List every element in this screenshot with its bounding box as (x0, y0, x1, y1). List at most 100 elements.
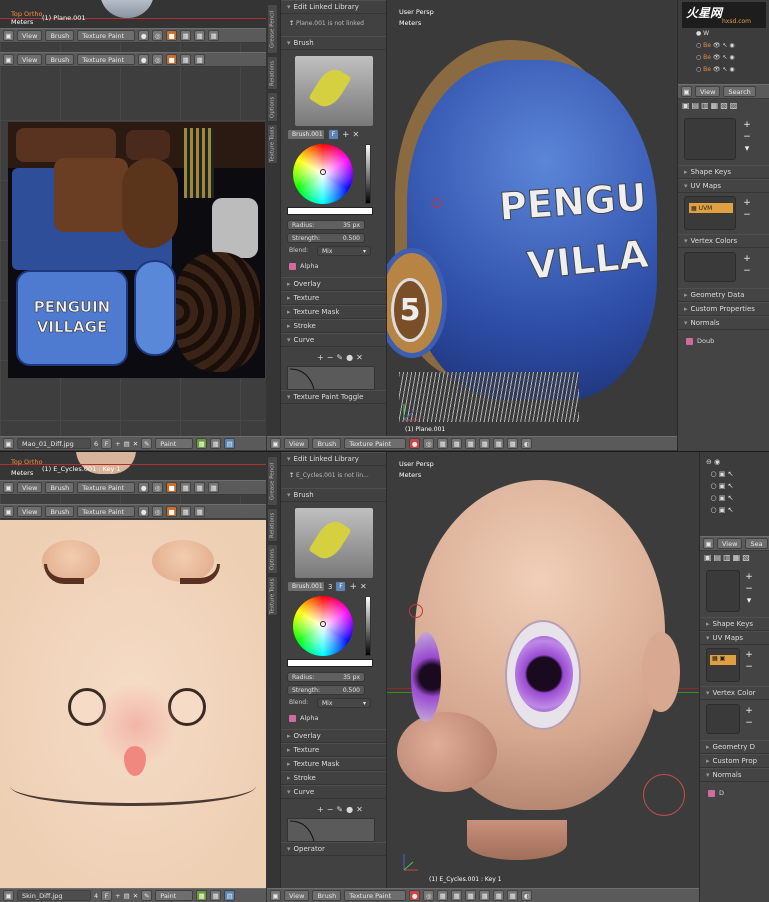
tab-options-b[interactable]: Options (267, 544, 278, 574)
props-geometry-data-b[interactable]: Geometry D (700, 740, 769, 754)
remove-brush-icon[interactable]: ✕ (353, 130, 360, 139)
shading-icon-b[interactable]: ● (138, 482, 150, 493)
curve-widget-b[interactable] (287, 818, 375, 842)
new-image-icon-b[interactable]: + (115, 892, 120, 900)
props-custom-properties-b[interactable]: Custom Prop (700, 754, 769, 768)
vp-pivot-icon-b[interactable]: ◎ (423, 890, 435, 901)
color-wheel-b[interactable] (293, 596, 353, 656)
props-remove-icon-b[interactable]: − (744, 584, 754, 594)
vp-layers-icon-b6[interactable]: ▦ (507, 890, 519, 901)
section-edit-linked[interactable]: Edit Linked Library (281, 0, 386, 14)
section-texture-mask[interactable]: Texture Mask (281, 305, 386, 319)
uv-texture-skin[interactable] (0, 520, 266, 888)
vp-editor-icon-b[interactable]: ▣ (270, 890, 281, 901)
fake-user-toggle-b[interactable]: F (101, 890, 113, 901)
mode-select[interactable]: Texture Paint (77, 30, 136, 41)
vp-menu-brush-b[interactable]: Brush (312, 890, 342, 901)
new-image-icon[interactable]: + (115, 440, 120, 448)
color-wheel[interactable] (293, 144, 353, 204)
vp-layers-icon-5[interactable]: ▦ (493, 438, 505, 449)
color-swatch[interactable] (287, 207, 373, 215)
curve-tools[interactable]: +−✎●✕ (317, 353, 366, 362)
fake-user-brush-b[interactable]: F (335, 581, 347, 592)
vp-menu-view[interactable]: View (284, 438, 310, 449)
brush-users[interactable]: F (328, 129, 339, 140)
props-editor-icon[interactable]: ▣ (681, 86, 692, 97)
layer-icon-b2[interactable]: ▦ (194, 482, 206, 493)
section-texture[interactable]: Texture (281, 291, 386, 305)
vp-mode-select[interactable]: Texture Paint (344, 438, 407, 449)
editor-type-icon-b[interactable]: ▣ (3, 482, 14, 493)
vp-layers-icon-4[interactable]: ▦ (479, 438, 491, 449)
vc-remove-icon-b[interactable]: − (744, 718, 754, 728)
vp-layers-icon-b5[interactable]: ▦ (493, 890, 505, 901)
shading-icon-2[interactable]: ● (138, 54, 150, 65)
vp-layers-icon-b3[interactable]: ▦ (465, 890, 477, 901)
strength-slider-b[interactable]: Strength: 0.500 (287, 685, 365, 695)
uv-map-item-b[interactable]: ▦ ▣ (710, 655, 736, 665)
remove-brush-icon-b[interactable]: ✕ (360, 582, 367, 591)
menu-brush[interactable]: Brush (45, 30, 75, 41)
props-shape-keys-b[interactable]: Shape Keys (700, 617, 769, 631)
vp-layers-icon-6[interactable]: ▦ (507, 438, 519, 449)
blend-select-b[interactable]: Mix ▾ (317, 698, 371, 708)
image-editor-icon-b[interactable]: ▣ (3, 890, 14, 901)
uv-editor-top[interactable]: Top Ortho Meters (1) Plane.001 ▣ View Br… (0, 0, 266, 451)
pin-icon[interactable]: ✎ (141, 438, 153, 449)
uv-texture-penguin[interactable]: PENGUIN VILLAGE (8, 122, 265, 378)
section-stroke-b[interactable]: Stroke (281, 771, 386, 785)
props-add-icon-b[interactable]: + (744, 572, 754, 582)
section-curve[interactable]: Curve (281, 333, 386, 347)
props-custom-properties[interactable]: Custom Properties (678, 302, 769, 316)
section-brush-b[interactable]: Brush (281, 488, 386, 502)
uv-maps-box[interactable]: ▦ UVM (684, 196, 736, 230)
vp-layers-icon-b2[interactable]: ▦ (451, 890, 463, 901)
layer-icon-b3[interactable]: ▦ (208, 482, 220, 493)
lock-icon[interactable]: ▤ (224, 438, 236, 449)
layer-icon-1[interactable]: ▦ (180, 30, 192, 41)
props-vertex-colors[interactable]: Vertex Colors (678, 234, 769, 248)
outliner-item[interactable]: ○ Be 👁 ↖ ◉ (696, 64, 735, 76)
vp-render-icon[interactable]: ◐ (521, 438, 533, 449)
layer-icon-2[interactable]: ▦ (194, 30, 206, 41)
curve-tools-b[interactable]: +−✎●✕ (317, 805, 366, 814)
layer-icon-b1[interactable]: ▦ (180, 482, 192, 493)
props-normals-b[interactable]: Normals (700, 768, 769, 782)
section-stroke[interactable]: Stroke (281, 319, 386, 333)
blend-select[interactable]: Mix ▾ (317, 246, 371, 256)
value-slider[interactable] (365, 144, 371, 204)
menu-view[interactable]: View (17, 30, 43, 41)
uv-map-item[interactable]: ▦ UVM (689, 203, 733, 213)
uv-add-icon-b[interactable]: + (744, 650, 754, 660)
vp-render-icon-b[interactable]: ◐ (521, 890, 533, 901)
image-name-field-b[interactable]: Skin_Diff.jpg (17, 890, 91, 901)
alpha-checkbox-b[interactable]: Alpha (289, 714, 318, 722)
open-folder-icon[interactable]: ▤ (124, 440, 130, 448)
unlink-icon[interactable]: ✕ (133, 440, 138, 448)
outliner-item[interactable]: ● W (696, 28, 735, 40)
layer-icon-5[interactable]: ▦ (194, 54, 206, 65)
uv-maps-box-b[interactable]: ▦ ▣ (706, 648, 740, 682)
paint-mode-select[interactable]: Paint (155, 438, 194, 449)
brush-preview-b[interactable] (295, 508, 373, 578)
vc-add-icon-b[interactable]: + (744, 706, 754, 716)
props-uv-maps-b[interactable]: UV Maps (700, 631, 769, 645)
outliner-top[interactable]: 火星网 hxsd.com ● W ○ Be 👁 ↖ ◉ ○ Be 👁 ↖ ◉ ○… (678, 0, 769, 84)
props-editor-icon-b[interactable]: ▣ (703, 538, 714, 549)
radius-slider[interactable]: Radius: 35 px (287, 220, 365, 230)
tab-relations[interactable]: Relations (267, 56, 278, 90)
vp-mode-select-b[interactable]: Texture Paint (344, 890, 407, 901)
cube-icon[interactable]: ■ (166, 30, 178, 41)
cube-icon-b[interactable]: ■ (166, 482, 178, 493)
value-slider-b[interactable] (365, 596, 371, 656)
vp-layers-icon-b4[interactable]: ▦ (479, 890, 491, 901)
outliner-item[interactable]: ○ Be 👁 ↖ ◉ (696, 52, 735, 64)
pivot-icon-b2[interactable]: ◎ (152, 506, 164, 517)
layer-icon-4[interactable]: ▦ (180, 54, 192, 65)
section-edit-linked-b[interactable]: Edit Linked Library (281, 452, 386, 466)
props-remove-icon[interactable]: − (742, 132, 752, 142)
vp-layers-icon-b[interactable]: ▦ (437, 890, 449, 901)
props-add-icon[interactable]: + (742, 120, 752, 130)
add-brush-icon[interactable]: + (342, 130, 350, 140)
editor-type-icon[interactable]: ▣ (3, 30, 14, 41)
